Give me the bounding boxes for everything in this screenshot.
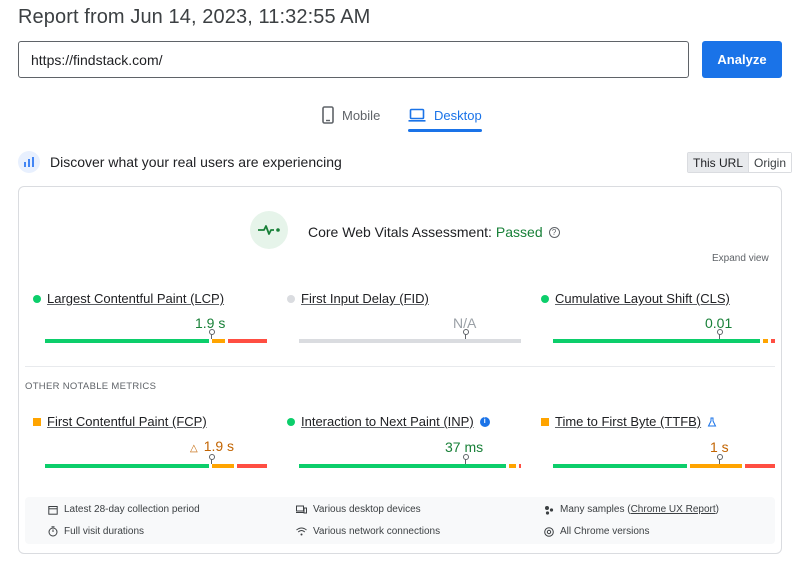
warning-triangle-icon: △: [190, 443, 198, 454]
metric-name-link[interactable]: Interaction to Next Paint (INP): [301, 414, 474, 429]
tab-mobile-label: Mobile: [342, 107, 381, 123]
footer-item-chrome: All Chrome versions: [544, 526, 649, 537]
analyze-button[interactable]: Analyze: [702, 41, 782, 78]
distribution-segment: [299, 339, 521, 343]
percentile-marker: [716, 454, 723, 464]
chrome-ux-report-link[interactable]: Chrome UX Report: [631, 504, 716, 515]
chrome-icon: [544, 526, 554, 537]
distribution-segment: [553, 464, 687, 468]
metric-name-link[interactable]: First Input Delay (FID): [301, 291, 429, 306]
footer-text: All Chrome versions: [560, 526, 650, 537]
footer-item-samples: Many samples (Chrome UX Report): [544, 504, 719, 515]
metric-name-link[interactable]: First Contentful Paint (FCP): [47, 414, 207, 429]
expand-view-link[interactable]: Expand view: [712, 253, 769, 264]
metric-name-link[interactable]: Largest Contentful Paint (LCP): [47, 291, 224, 306]
footer-item-devices: Various desktop devices: [296, 504, 421, 515]
footer-text-prefix: Many samples (: [560, 504, 631, 515]
pulse-icon: [250, 211, 288, 249]
users-chart-icon: [18, 151, 40, 173]
metric-value: 1 s: [710, 439, 729, 455]
active-tab-indicator: [408, 129, 482, 132]
distribution-bar: [299, 339, 521, 343]
no-data-status-dot: [287, 294, 295, 303]
footer-text: Various network connections: [313, 526, 441, 537]
distribution-segment: [770, 339, 775, 343]
url-input[interactable]: [18, 41, 689, 78]
percentile-marker: [462, 454, 469, 464]
distribution-bar: [553, 464, 775, 468]
footer-item-period: Latest 28-day collection period: [48, 504, 200, 515]
info-icon[interactable]: i: [479, 416, 490, 427]
needs-improvement-square: [541, 417, 549, 426]
metric-cls: Cumulative Layout Shift (CLS): [541, 291, 764, 306]
stopwatch-icon: [48, 526, 58, 537]
tab-desktop[interactable]: Desktop: [408, 100, 482, 132]
footer-item-durations: Full visit durations: [48, 526, 144, 537]
page-title: Report from Jun 14, 2023, 11:32:55 AM: [18, 6, 371, 28]
distribution-segment: [228, 339, 267, 343]
metric-value-wrap: △ 1.9 s: [190, 438, 234, 454]
distribution-segment: [518, 464, 521, 468]
smartphone-icon: [322, 106, 334, 124]
footer-item-network: Various network connections: [296, 526, 440, 537]
distribution-segment: [299, 464, 507, 468]
good-status-dot: [33, 294, 41, 303]
footer-text: Full visit durations: [64, 526, 145, 537]
metric-value: 37 ms: [445, 439, 484, 455]
metric-fid: First Input Delay (FID): [287, 291, 510, 306]
cwv-assessment: Core Web Vitals Assessment: Passed ?: [308, 224, 560, 240]
cwv-assessment-label: Core Web Vitals Assessment:: [308, 224, 492, 240]
distribution-segment: [236, 464, 267, 468]
wifi-icon: [296, 527, 307, 536]
distribution-segment: [744, 464, 775, 468]
metric-value: 1.9 s: [203, 438, 235, 454]
tab-mobile[interactable]: Mobile: [322, 100, 380, 130]
distribution-segment: [553, 339, 761, 343]
needs-improvement-square: [33, 417, 41, 426]
distribution-segment: [212, 339, 226, 343]
tab-desktop-label: Desktop: [434, 107, 482, 123]
good-status-dot: [541, 294, 549, 303]
metric-inp: Interaction to Next Paint (INP) i: [287, 414, 510, 429]
percentile-marker: [462, 329, 469, 339]
scope-this-url-button[interactable]: This URL: [688, 153, 749, 172]
other-metrics-label: OTHER NOTABLE METRICS: [25, 381, 157, 392]
footer-text-suffix: ): [715, 504, 719, 515]
footer-text: Latest 28-day collection period: [64, 504, 200, 515]
distribution-segment: [763, 339, 768, 343]
distribution-segment: [45, 339, 210, 343]
percentile-marker: [716, 329, 723, 339]
discover-text: Discover what your real users are experi…: [50, 154, 342, 170]
percentile-marker: [208, 454, 215, 464]
distribution-segment: [45, 464, 210, 468]
scope-toggle: This URL Origin: [687, 152, 793, 173]
section-divider: [25, 366, 775, 367]
samples-icon: [545, 505, 554, 515]
distribution-segment: [509, 464, 516, 468]
distribution-segment: [212, 464, 234, 468]
flask-icon: [707, 417, 717, 426]
metric-ttfb: Time to First Byte (TTFB): [541, 414, 764, 429]
metric-name-link[interactable]: Cumulative Layout Shift (CLS): [555, 291, 730, 306]
calendar-icon: [48, 505, 58, 515]
percentile-marker: [208, 329, 215, 339]
distribution-bar: [45, 339, 267, 343]
scope-origin-button[interactable]: Origin: [748, 153, 792, 172]
metric-fcp: First Contentful Paint (FCP): [33, 414, 256, 429]
metric-lcp: Largest Contentful Paint (LCP): [33, 291, 256, 306]
distribution-bar: [553, 339, 775, 343]
metric-name-link[interactable]: Time to First Byte (TTFB): [555, 414, 701, 429]
distribution-bar: [45, 464, 267, 468]
good-status-dot: [287, 417, 295, 426]
distribution-segment: [689, 464, 742, 468]
laptop-icon: [408, 108, 426, 122]
distribution-bar: [299, 464, 521, 468]
cwv-assessment-status: Passed: [495, 224, 543, 240]
devices-icon: [296, 505, 307, 513]
footer-text: Various desktop devices: [313, 504, 421, 515]
discover-header: Discover what your real users are experi…: [18, 151, 342, 173]
help-icon[interactable]: ?: [548, 226, 560, 238]
